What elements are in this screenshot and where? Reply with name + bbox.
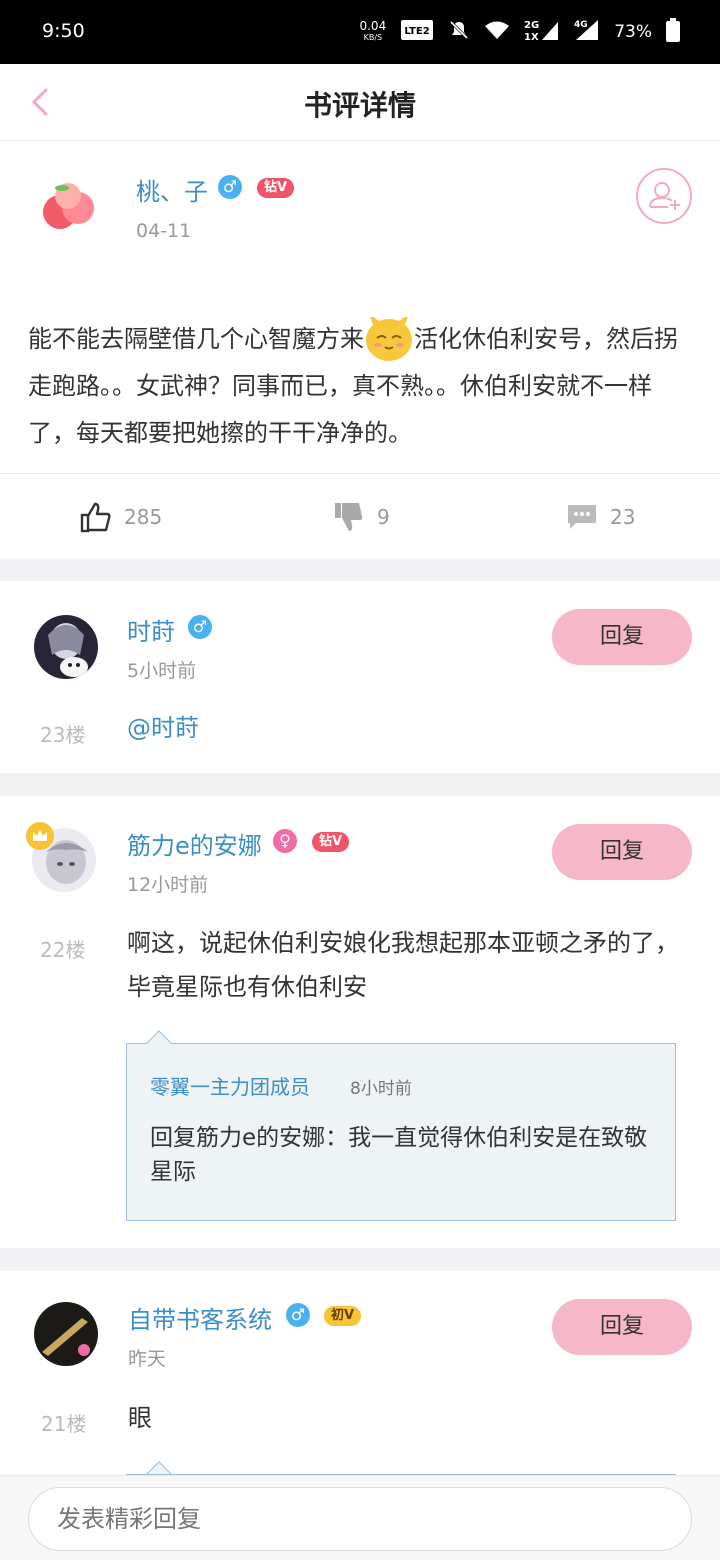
- svg-text:1X: 1X: [524, 32, 539, 42]
- comment-author-name[interactable]: 自带书客系统: [128, 1300, 272, 1335]
- review-text: 能不能去隔壁借几个心智魔方来 活化休伯利安号，然后拐走跑路。。女武神？同事而已，真…: [28, 313, 698, 457]
- reply-button[interactable]: 回复: [552, 609, 692, 665]
- male-icon: ♂: [218, 175, 242, 199]
- signal-2g-icon: 2G 1X: [524, 18, 560, 47]
- vip-badge: 钻V: [257, 178, 295, 198]
- floor-number: 22楼: [40, 938, 86, 962]
- quote-pointer: [146, 1030, 172, 1044]
- reply-input[interactable]: [28, 1487, 692, 1551]
- dislike-count: 9: [377, 505, 390, 529]
- add-user-icon: [649, 182, 680, 210]
- avatar[interactable]: [34, 1302, 98, 1366]
- battery-icon: [666, 17, 680, 47]
- emoji-icon: [364, 313, 414, 363]
- like-count: 285: [124, 505, 163, 529]
- female-icon: ♀: [273, 829, 297, 853]
- svg-text:2G: 2G: [524, 20, 539, 31]
- reply-button[interactable]: 回复: [552, 1299, 692, 1355]
- thumbs-down-icon: [335, 503, 363, 531]
- battery-percent: 73%: [614, 22, 652, 42]
- avatar[interactable]: [38, 176, 100, 238]
- review-author-name[interactable]: 桃、子: [136, 172, 208, 207]
- peach-avatar-icon: [38, 176, 100, 238]
- comment-time: 5小时前: [127, 660, 197, 682]
- like-button[interactable]: 285: [80, 474, 162, 560]
- comment-author-name[interactable]: 筋力e的安娜: [127, 826, 262, 861]
- dislike-button[interactable]: 9: [333, 474, 390, 560]
- vip-badge: 钻V: [312, 832, 350, 852]
- comment-text: 眼: [128, 1404, 152, 1432]
- comment-count: 23: [610, 505, 636, 529]
- review-date: 04-11: [136, 220, 192, 242]
- male-icon: ♂: [286, 1303, 310, 1327]
- reply-bar: [0, 1475, 720, 1560]
- crown-icon: [26, 822, 54, 850]
- comment-button[interactable]: 23: [566, 474, 635, 560]
- floor-number: 21楼: [41, 1412, 87, 1436]
- network-speed: 0.04 KB/S: [359, 19, 387, 42]
- signal-4g-icon: 4G: [574, 18, 600, 47]
- review-actions: 285 9 23: [0, 473, 720, 559]
- comment-icon: [568, 505, 596, 529]
- avatar[interactable]: [34, 615, 98, 679]
- comment-text: 啊这，说起休伯利安娘化我想起那本亚顿之矛的了，毕竟星际也有休伯利安: [127, 929, 679, 1001]
- wifi-icon: [484, 20, 510, 45]
- sword-avatar-icon: [34, 1302, 98, 1366]
- mute-bell-icon: [448, 19, 470, 46]
- male-icon: ♂: [188, 615, 212, 639]
- floor-number: 23楼: [40, 723, 86, 747]
- comment-author-name[interactable]: 时莳: [127, 612, 175, 647]
- comment-time: 12小时前: [127, 874, 209, 896]
- quote-author-name[interactable]: 零翼一主力团成员: [150, 1071, 310, 1100]
- svg-text:LTE2: LTE2: [405, 26, 430, 37]
- status-time: 9:50: [42, 20, 85, 42]
- reply-button[interactable]: 回复: [552, 824, 692, 880]
- quote-time: 8小时前: [350, 1079, 412, 1099]
- comment-text[interactable]: @时莳: [127, 706, 199, 750]
- top-nav-bar: 书评详情: [0, 64, 720, 141]
- page-title: 书评详情: [303, 89, 416, 122]
- vip-badge: 初V: [324, 1306, 362, 1326]
- status-icons: 0.04 KB/S LTE2 2G 1X 4G 73%: [359, 14, 680, 50]
- comment-time: 昨天: [128, 1348, 167, 1370]
- follow-button[interactable]: [636, 168, 692, 224]
- anime-avatar-icon: [34, 615, 98, 679]
- quote-text: 回复筋力e的安娜：我一直觉得休伯利安是在致敬星际: [150, 1125, 648, 1185]
- status-bar: 9:50 0.04 KB/S LTE2 2G 1X 4G 73%: [0, 0, 720, 64]
- volte-icon: LTE2: [400, 18, 434, 47]
- quote-pointer: [146, 1461, 172, 1475]
- thumbs-up-icon: [80, 502, 111, 533]
- svg-text:4G: 4G: [574, 20, 588, 30]
